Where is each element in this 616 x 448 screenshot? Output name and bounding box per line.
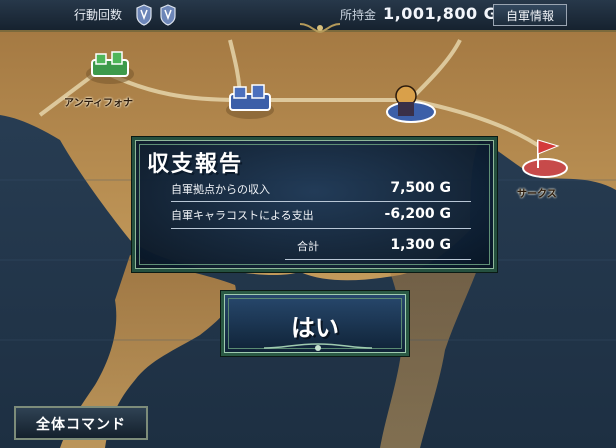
action-shield-icon [136,4,152,26]
yes-button[interactable]: はい [221,291,409,356]
total-row: 合計 1,300 G [171,237,451,257]
town-label-sarks: サークス [517,189,557,200]
ornament-icon [300,23,340,34]
town-label-antiphona: アンティフォナ [64,98,133,109]
total-separator [285,259,471,260]
total-value: 1,300 G [390,237,451,253]
army-status-button[interactable]: 自軍情報 [493,4,567,26]
row-separator [171,201,471,202]
top-status-bar: 行動回数 所持金 1,001,800 G 自軍情報 [0,0,616,34]
money-value: 1,001,800 G [383,4,498,23]
action-shield-icon [160,4,176,26]
row-separator [171,228,471,229]
money-label: 所持金 [340,8,377,22]
yes-button-label: はい [291,314,339,342]
ornament-icon [264,343,372,351]
expense-value: -6,200 G [384,206,451,222]
commander-unit-icon[interactable] [384,82,438,124]
blue-castle-icon[interactable] [224,84,276,120]
expense-row: 自軍キャラコストによる支出 -6,200 G [171,206,451,226]
all-command-button[interactable]: 全体コマンド [14,406,148,440]
red-flag-icon[interactable] [520,134,570,180]
total-label: 合計 [297,240,319,253]
income-label: 自軍拠点からの収入 [171,183,270,196]
action-count-label: 行動回数 [74,8,123,22]
income-report-dialog: 収支報告 自軍拠点からの収入 7,500 G 自軍キャラコストによる支出 -6,… [132,137,497,272]
expense-label: 自軍キャラコストによる支出 [171,209,314,222]
dialog-title: 収支報告 [147,152,244,177]
income-row: 自軍拠点からの収入 7,500 G [171,180,451,200]
all-command-label: 全体コマンド [36,417,126,433]
income-value: 7,500 G [390,180,451,196]
green-castle-icon[interactable] [84,50,136,86]
